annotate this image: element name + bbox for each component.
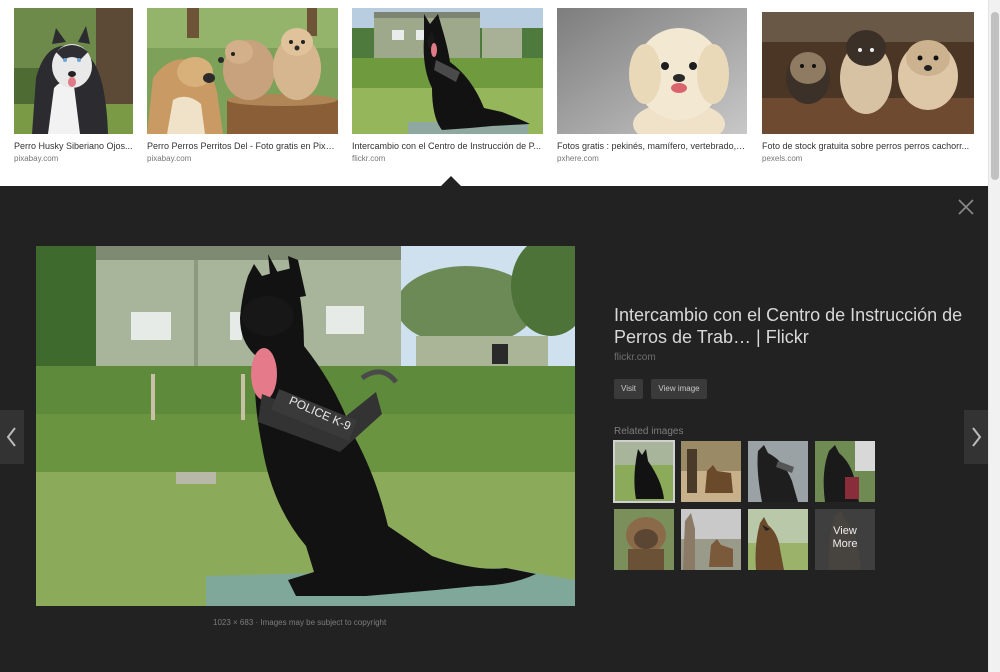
scrollbar-thumb[interactable] — [991, 12, 999, 180]
image-info: Intercambio con el Centro de Instrucción… — [614, 304, 974, 437]
pekingese-photo[interactable] — [557, 8, 747, 134]
view-more-button[interactable]: View More — [815, 509, 875, 570]
image-caption: 1023 × 683 · Images may be subject to co… — [213, 618, 386, 627]
husky-photo[interactable] — [14, 8, 133, 134]
selected-result-pointer — [441, 176, 461, 186]
result-source: pixabay.com — [147, 154, 192, 163]
related-image-thumb[interactable] — [681, 509, 741, 570]
result-item-puppies[interactable]: Perro Perros Perritos Del - Foto gratis … — [147, 8, 338, 163]
result-source: pixabay.com — [14, 154, 59, 163]
page-scrollbar[interactable] — [988, 0, 1000, 672]
previous-image-button[interactable] — [0, 410, 24, 464]
related-image-thumb[interactable] — [748, 509, 808, 570]
image-preview-panel: POLICE K-9 1023 × 683 · Images may be su… — [0, 186, 988, 672]
related-image-thumb[interactable] — [815, 441, 875, 502]
result-source: pexels.com — [762, 154, 803, 163]
related-image-thumb[interactable] — [748, 441, 808, 502]
terriers-photo[interactable] — [762, 12, 974, 134]
image-title[interactable]: Intercambio con el Centro de Instrucción… — [614, 304, 974, 348]
action-buttons: Visit View image — [614, 379, 974, 399]
related-image-thumb[interactable] — [613, 440, 675, 503]
image-dimensions: 1023 × 683 — [213, 618, 254, 627]
view-image-button[interactable]: View image — [651, 379, 707, 399]
result-source: pxhere.com — [557, 154, 599, 163]
related-image-thumb[interactable] — [681, 441, 741, 502]
result-title[interactable]: Perro Perros Perritos Del - Foto gratis … — [147, 141, 338, 151]
result-source: flickr.com — [352, 154, 386, 163]
result-title[interactable]: Fotos gratis : pekinés, mamífero, verteb… — [557, 141, 747, 151]
close-button[interactable] — [955, 196, 977, 218]
results-strip: Perro Husky Siberiano Ojos... pixabay.co… — [0, 0, 988, 186]
result-title[interactable]: Intercambio con el Centro de Instrucción… — [352, 141, 543, 151]
result-item-pekingese[interactable]: Fotos gratis : pekinés, mamífero, verteb… — [557, 8, 747, 163]
police-dog-photo[interactable] — [352, 8, 543, 134]
close-icon[interactable] — [955, 196, 977, 218]
result-item-husky[interactable]: Perro Husky Siberiano Ojos... pixabay.co… — [14, 8, 133, 163]
image-domain: flickr.com — [614, 352, 656, 363]
result-item-terriers[interactable]: Foto de stock gratuita sobre perros perr… — [762, 8, 974, 163]
result-title[interactable]: Foto de stock gratuita sobre perros perr… — [762, 141, 974, 151]
puppies-photo[interactable] — [147, 8, 338, 134]
related-image-thumb[interactable] — [614, 509, 674, 570]
result-item-police-dog[interactable]: Intercambio con el Centro de Instrucción… — [352, 8, 543, 163]
main-preview-image[interactable]: POLICE K-9 — [36, 246, 575, 606]
related-images-label: Related images — [614, 426, 684, 437]
visit-button[interactable]: Visit — [614, 379, 643, 399]
copyright-note: Images may be subject to copyright — [260, 618, 387, 627]
view-more-line2: More — [832, 538, 858, 550]
result-title[interactable]: Perro Husky Siberiano Ojos... — [14, 141, 133, 151]
view-more-line1: View — [833, 525, 857, 537]
chevron-left-icon[interactable] — [0, 410, 24, 464]
